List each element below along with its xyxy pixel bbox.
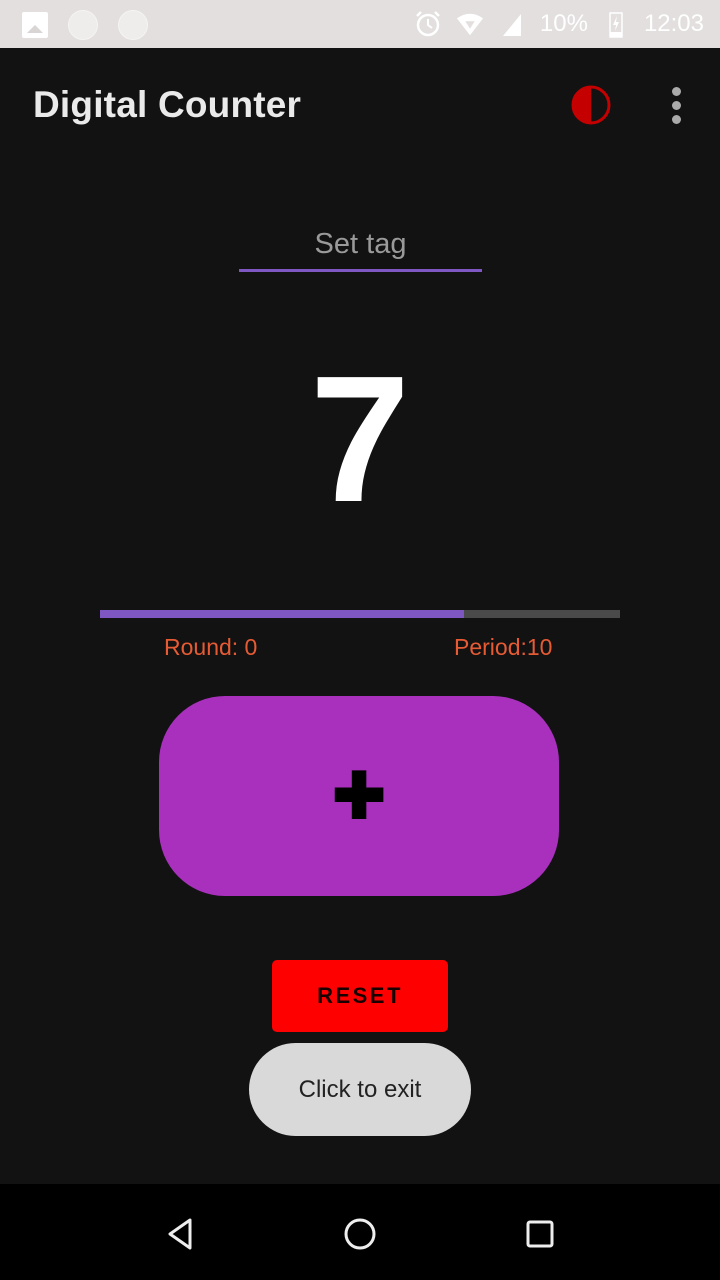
cell-signal-icon <box>498 10 526 38</box>
contrast-icon <box>571 85 611 125</box>
plus-icon: ✚ <box>332 760 386 832</box>
app-bar: Digital Counter <box>0 48 720 160</box>
more-vert-icon <box>671 86 681 96</box>
notification-icons <box>22 10 148 40</box>
battery-charging-icon <box>602 10 630 38</box>
increment-button[interactable]: ✚ <box>159 696 559 896</box>
wifi-icon <box>456 10 484 38</box>
navigation-bar <box>0 1184 720 1280</box>
home-icon <box>344 1218 376 1250</box>
round-progress-bar <box>100 610 620 618</box>
circle-notification-icon <box>68 10 98 40</box>
recents-icon <box>526 1220 554 1248</box>
tag-field[interactable] <box>239 222 482 272</box>
recents-button[interactable] <box>520 1214 560 1254</box>
reset-button[interactable]: RESET <box>272 960 448 1032</box>
image-notification-icon <box>22 12 48 38</box>
theme-toggle-button[interactable] <box>570 84 612 126</box>
battery-percent: 10% <box>539 10 588 37</box>
alarm-icon <box>414 10 442 38</box>
app-title: Digital Counter <box>33 84 302 125</box>
circle-notification-icon <box>118 10 148 40</box>
back-button[interactable] <box>160 1214 200 1254</box>
back-icon <box>168 1218 192 1250</box>
home-button[interactable] <box>340 1214 380 1254</box>
round-progress-fill <box>100 610 464 618</box>
status-bar: 10% 12:03 <box>0 0 720 48</box>
system-icons: 10% 12:03 <box>414 0 704 48</box>
round-label: Round: 0 <box>164 634 258 660</box>
period-label: Period:10 <box>454 634 553 660</box>
exit-toast: Click to exit <box>249 1043 471 1136</box>
tag-input[interactable] <box>239 222 482 266</box>
overflow-menu-button[interactable] <box>660 84 692 126</box>
counter-value: 7 <box>309 339 411 540</box>
clock: 12:03 <box>643 10 704 37</box>
tag-underline <box>239 269 482 272</box>
